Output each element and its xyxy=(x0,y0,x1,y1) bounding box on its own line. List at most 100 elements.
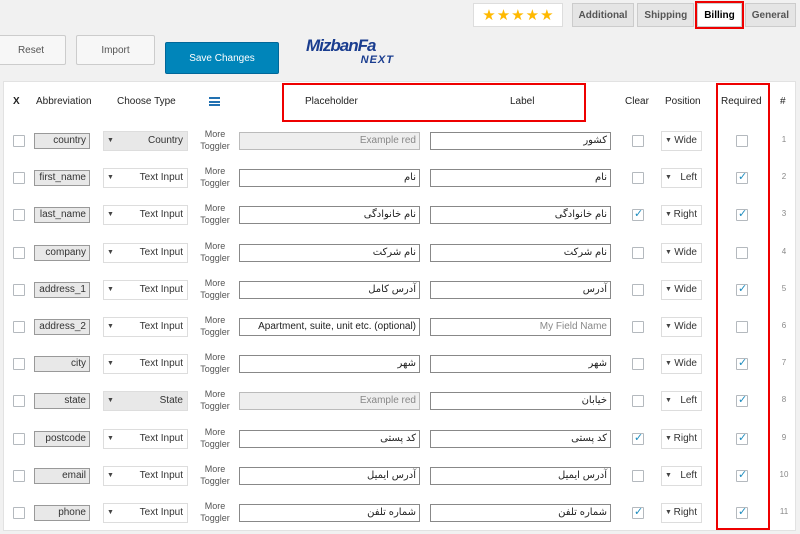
placeholder-input[interactable]: نام شرکت xyxy=(239,243,420,262)
abbreviation-field[interactable]: last_name xyxy=(34,207,90,224)
row-select-checkbox[interactable] xyxy=(13,246,25,259)
tab-shipping[interactable]: Shipping xyxy=(637,3,695,27)
more-toggler-link[interactable]: More Toggler xyxy=(198,240,232,264)
clear-checkbox[interactable] xyxy=(632,246,644,259)
clear-checkbox[interactable] xyxy=(632,135,644,147)
label-input[interactable]: My Field Name xyxy=(430,318,611,336)
label-input[interactable]: خیابان xyxy=(430,392,611,411)
label-input[interactable]: نام خانوادگی xyxy=(430,206,611,225)
placeholder-input[interactable]: نام xyxy=(239,169,420,188)
placeholder-input[interactable]: آدرس ایمیل xyxy=(239,466,420,485)
more-toggler-link[interactable]: More Toggler xyxy=(198,463,232,487)
required-checkbox[interactable] xyxy=(736,207,748,222)
placeholder-input[interactable]: Example red xyxy=(239,392,420,411)
import-button[interactable]: Import xyxy=(76,35,155,65)
tab-additional[interactable]: Additional xyxy=(571,3,635,27)
tab-billing[interactable]: Billing xyxy=(695,1,744,29)
label-input[interactable]: نام شرکت xyxy=(430,243,611,262)
required-checkbox[interactable] xyxy=(736,246,748,259)
label-input[interactable]: آدرس xyxy=(430,280,611,299)
required-checkbox[interactable] xyxy=(736,505,748,519)
abbreviation-field[interactable]: postcode xyxy=(34,430,90,447)
type-select[interactable]: ▼ Text Input xyxy=(103,317,188,337)
row-select-checkbox[interactable] xyxy=(13,283,25,296)
placeholder-input[interactable]: آدرس کامل xyxy=(239,280,420,299)
more-toggler-link[interactable]: More Toggler xyxy=(198,388,232,412)
placeholder-input[interactable]: شهر xyxy=(239,355,420,374)
abbreviation-field[interactable]: email xyxy=(34,467,90,484)
abbreviation-field[interactable]: city xyxy=(34,356,90,373)
type-select[interactable]: ▼ Text Input xyxy=(103,279,188,300)
more-toggler-link[interactable]: More Toggler xyxy=(198,202,232,226)
rating-stars[interactable]: ★ ★ ★ ★ ★ xyxy=(473,3,563,27)
abbreviation-field[interactable]: first_name xyxy=(34,170,90,187)
required-checkbox[interactable] xyxy=(736,321,748,333)
more-toggler-link[interactable]: More Toggler xyxy=(198,128,232,152)
clear-checkbox[interactable] xyxy=(632,283,644,296)
placeholder-input[interactable]: شماره تلفن xyxy=(239,504,420,522)
clear-checkbox[interactable] xyxy=(632,172,644,185)
reset-button[interactable]: Reset xyxy=(0,35,66,65)
clear-checkbox[interactable] xyxy=(632,505,644,519)
more-toggler-link[interactable]: More Toggler xyxy=(198,500,232,524)
more-toggler-link[interactable]: More Toggler xyxy=(198,426,232,450)
type-select[interactable]: ▼ State xyxy=(103,391,188,412)
more-toggler-link[interactable]: More Toggler xyxy=(198,277,232,301)
position-select[interactable]: ▼ Wide xyxy=(661,317,702,337)
abbreviation-field[interactable]: company xyxy=(34,244,90,261)
position-select[interactable]: ▼ Right xyxy=(661,503,702,523)
position-select[interactable]: ▼ Wide xyxy=(661,279,702,300)
row-select-checkbox[interactable] xyxy=(13,432,25,445)
required-checkbox[interactable] xyxy=(736,356,748,371)
required-checkbox[interactable] xyxy=(736,282,748,296)
clear-checkbox[interactable] xyxy=(632,431,644,445)
position-select[interactable]: ▼ Wide xyxy=(661,131,702,151)
abbreviation-field[interactable]: state xyxy=(34,393,90,410)
clear-checkbox[interactable] xyxy=(632,395,644,408)
type-select[interactable]: ▼ Text Input xyxy=(103,168,188,189)
row-select-checkbox[interactable] xyxy=(13,321,25,333)
more-toggler-link[interactable]: More Toggler xyxy=(198,314,232,338)
position-select[interactable]: ▼ Left xyxy=(661,391,702,412)
label-input[interactable]: آدرس ایمیل xyxy=(430,466,611,485)
type-select[interactable]: ▼ Text Input xyxy=(103,428,188,449)
type-select[interactable]: ▼ Text Input xyxy=(103,503,188,523)
clear-checkbox[interactable] xyxy=(632,358,644,371)
type-select[interactable]: ▼ Country xyxy=(103,131,188,151)
tab-general[interactable]: General xyxy=(744,3,796,27)
placeholder-input[interactable]: Example red xyxy=(239,132,420,150)
placeholder-input[interactable]: Apartment, suite, unit etc. (optional) xyxy=(239,318,420,336)
type-select[interactable]: ▼ Text Input xyxy=(103,354,188,375)
type-select[interactable]: ▼ Text Input xyxy=(103,205,188,226)
more-toggler-link[interactable]: More Toggler xyxy=(198,165,232,189)
position-select[interactable]: ▼ Wide xyxy=(661,242,702,263)
label-input[interactable]: شماره تلفن xyxy=(430,504,611,522)
row-select-checkbox[interactable] xyxy=(13,469,25,482)
row-select-checkbox[interactable] xyxy=(13,209,25,222)
position-select[interactable]: ▼ Right xyxy=(661,428,702,449)
menu-icon[interactable] xyxy=(209,97,220,106)
abbreviation-field[interactable]: address_2 xyxy=(34,319,90,335)
row-select-checkbox[interactable] xyxy=(13,507,25,519)
required-checkbox[interactable] xyxy=(736,135,748,147)
more-toggler-link[interactable]: More Toggler xyxy=(198,351,232,375)
type-select[interactable]: ▼ Text Input xyxy=(103,242,188,263)
clear-checkbox[interactable] xyxy=(632,469,644,482)
required-checkbox[interactable] xyxy=(736,431,748,445)
required-checkbox[interactable] xyxy=(736,170,748,185)
abbreviation-field[interactable]: country xyxy=(34,133,90,149)
type-select[interactable]: ▼ Text Input xyxy=(103,465,188,486)
label-input[interactable]: شهر xyxy=(430,355,611,374)
clear-checkbox[interactable] xyxy=(632,321,644,333)
row-select-checkbox[interactable] xyxy=(13,172,25,185)
position-select[interactable]: ▼ Left xyxy=(661,465,702,486)
row-select-checkbox[interactable] xyxy=(13,358,25,371)
row-select-checkbox[interactable] xyxy=(13,395,25,408)
abbreviation-field[interactable]: address_1 xyxy=(34,281,90,298)
position-select[interactable]: ▼ Right xyxy=(661,205,702,226)
placeholder-input[interactable]: نام خانوادگی xyxy=(239,206,420,225)
required-checkbox[interactable] xyxy=(736,393,748,408)
save-changes-button[interactable]: Save Changes xyxy=(165,42,279,74)
label-input[interactable]: کشور xyxy=(430,132,611,150)
placeholder-input[interactable]: کد پستی xyxy=(239,429,420,448)
